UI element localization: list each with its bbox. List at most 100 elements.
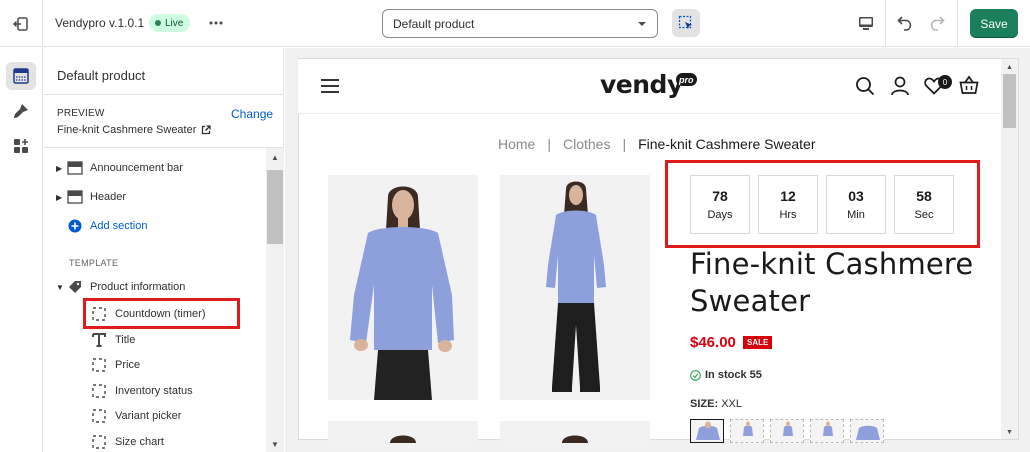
scroll-down-icon[interactable]: ▼	[1003, 426, 1016, 438]
variant-swatch[interactable]	[810, 419, 844, 443]
block-title[interactable]: Title	[91, 330, 135, 350]
caret-right-icon: ▶	[56, 163, 63, 173]
scroll-up-icon[interactable]: ▲	[268, 150, 282, 164]
rail-apps-button[interactable]	[6, 132, 36, 160]
caret-down-icon: ▼	[56, 282, 64, 292]
live-label: Live	[165, 17, 184, 29]
rail-sections-button[interactable]	[6, 62, 36, 90]
preview-product-name: Fine-knit Cashmere Sweater	[57, 124, 197, 136]
block-dashed-square-icon	[91, 357, 107, 373]
left-rail	[0, 48, 43, 452]
breadcrumb-home-link[interactable]: Home	[498, 136, 535, 152]
search-icon[interactable]	[854, 75, 876, 97]
block-size-chart[interactable]: Size chart	[91, 432, 164, 452]
block-inventory-status[interactable]: Inventory status	[91, 381, 193, 401]
block-price[interactable]: Price	[91, 355, 140, 375]
preview-product[interactable]: Fine-knit Cashmere Sweater	[57, 124, 212, 136]
add-section-label: Add section	[90, 220, 148, 232]
block-dashed-square-icon	[91, 383, 107, 399]
chevron-down-icon	[638, 21, 646, 26]
live-badge: Live	[149, 14, 191, 32]
inventory-status: In stock 55	[690, 369, 762, 381]
section-product-information[interactable]: ▼ Product information	[56, 277, 185, 297]
caret-right-icon: ▶	[56, 192, 63, 202]
editor-sidebar: Default product PREVIEW Change Fine-knit…	[44, 48, 284, 452]
product-image-front[interactable]	[328, 175, 478, 400]
sidebar-scrollbar-thumb[interactable]	[267, 170, 283, 244]
undo-icon	[897, 16, 912, 31]
block-label: Inventory status	[115, 385, 193, 397]
plus-circle-icon	[66, 218, 84, 234]
top-bar: Vendypro v.1.0.1 Live Default product Sa…	[0, 0, 1030, 47]
device-preview-button[interactable]	[847, 0, 885, 47]
divider	[957, 0, 958, 47]
sale-badge: SALE	[743, 336, 773, 349]
breadcrumb: Home | Clothes | Fine-knit Cashmere Swea…	[498, 136, 816, 152]
ellipsis-icon	[209, 21, 223, 25]
tag-icon	[66, 279, 84, 295]
text-icon	[91, 332, 107, 348]
scroll-up-icon[interactable]: ▲	[1003, 61, 1016, 73]
inventory-status-text: In stock 55	[705, 369, 762, 381]
check-circle-icon	[690, 369, 701, 381]
product-image-4[interactable]	[500, 421, 650, 443]
save-button[interactable]: Save	[970, 9, 1018, 38]
highlight-box	[83, 298, 240, 329]
product-image-full-length[interactable]	[500, 175, 650, 400]
section-label: Product information	[90, 281, 186, 293]
more-actions-button[interactable]	[206, 12, 226, 34]
variant-swatch[interactable]	[850, 419, 884, 443]
template-select-value: Default product	[393, 16, 475, 31]
hamburger-menu-icon[interactable]	[320, 76, 340, 96]
undo-button[interactable]	[893, 10, 919, 36]
divider	[44, 147, 284, 148]
paint-brush-icon	[14, 104, 28, 118]
redo-icon	[930, 16, 945, 31]
size-label: SIZE:	[690, 398, 719, 410]
cart-basket-icon[interactable]	[958, 74, 980, 96]
product-image-3[interactable]	[328, 421, 478, 443]
block-label: Size chart	[115, 436, 164, 448]
section-header[interactable]: ▶ Header	[56, 187, 126, 207]
wishlist-count-badge: 0	[938, 75, 952, 89]
apps-icon	[14, 139, 28, 153]
account-icon[interactable]	[889, 75, 911, 97]
desktop-icon	[859, 17, 873, 30]
section-announcement-bar[interactable]: ▶ Announcement bar	[56, 158, 183, 178]
divider	[44, 94, 284, 95]
breadcrumb-category-link[interactable]: Clothes	[563, 136, 610, 152]
block-label: Variant picker	[115, 410, 182, 422]
size-value: XXL	[721, 398, 742, 410]
template-select[interactable]: Default product	[382, 9, 658, 38]
live-dot-icon	[155, 20, 161, 26]
change-preview-link[interactable]: Change	[231, 107, 273, 121]
sidebar-title: Default product	[57, 68, 146, 83]
block-label: Title	[115, 334, 136, 346]
preview-label: PREVIEW	[57, 108, 105, 119]
block-dashed-square-icon	[91, 434, 107, 450]
external-link-icon	[202, 125, 212, 135]
add-section-button[interactable]: Add section	[56, 216, 147, 236]
divider	[885, 0, 886, 47]
store-logo-badge: pro	[676, 73, 697, 86]
breadcrumb-separator: |	[622, 136, 627, 152]
scroll-down-icon[interactable]: ▼	[268, 437, 282, 451]
rail-theme-settings-button[interactable]	[6, 97, 36, 125]
store-logo[interactable]: vendy	[600, 70, 683, 99]
breadcrumb-separator: |	[547, 136, 551, 152]
inspector-button[interactable]	[672, 9, 700, 37]
section-label: Announcement bar	[90, 162, 183, 174]
variant-swatch[interactable]	[690, 419, 724, 443]
template-heading: TEMPLATE	[69, 258, 119, 268]
size-selector-label: SIZE: XXL	[690, 398, 742, 410]
section-label: Header	[90, 191, 127, 203]
exit-icon	[13, 16, 28, 31]
redo-button[interactable]	[923, 10, 949, 36]
exit-button[interactable]	[0, 0, 43, 47]
block-variant-picker[interactable]: Variant picker	[91, 406, 181, 426]
block-dashed-square-icon	[91, 408, 107, 424]
variant-swatch[interactable]	[770, 419, 804, 443]
preview-scrollbar-thumb[interactable]	[1003, 74, 1016, 128]
product-price: $46.00	[690, 334, 736, 351]
variant-swatch[interactable]	[730, 419, 764, 443]
